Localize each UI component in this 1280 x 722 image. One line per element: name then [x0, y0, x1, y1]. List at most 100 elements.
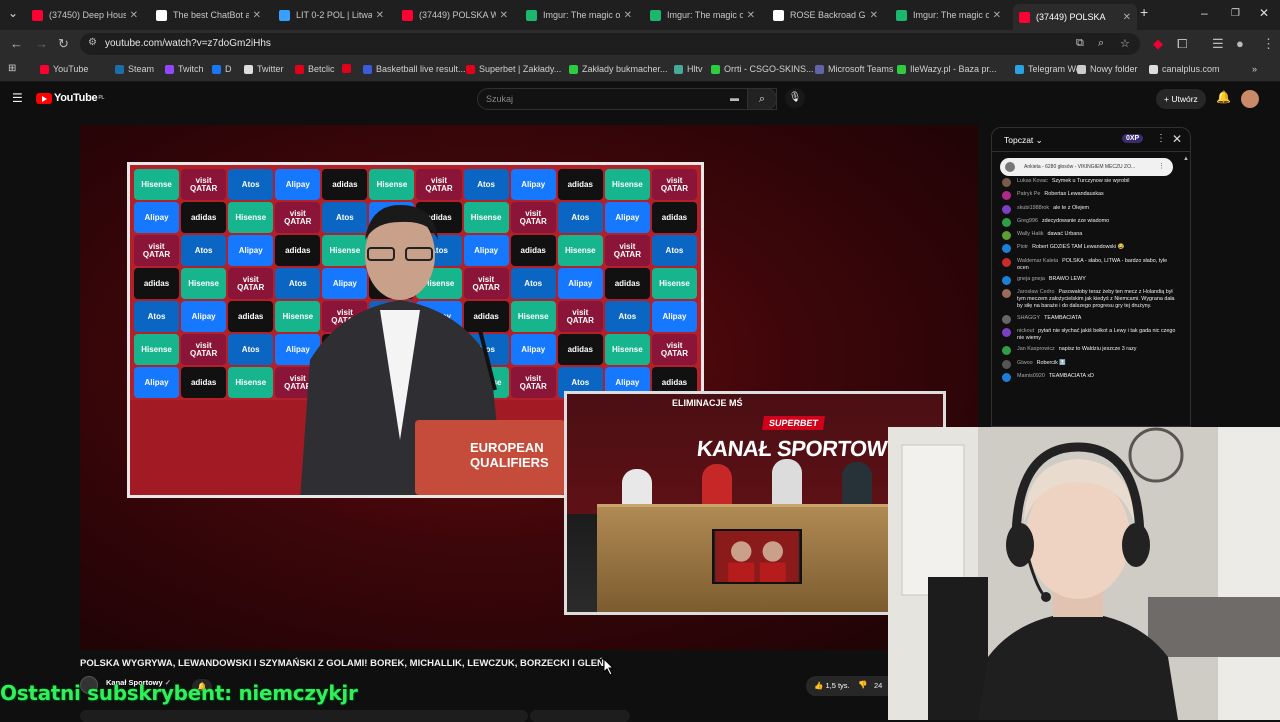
- bookmark-item[interactable]: Twitch: [165, 64, 204, 74]
- browser-tab[interactable]: The best ChatBot an ✕: [150, 4, 267, 26]
- studio-brand: KANAŁ SPORTOWY: [695, 436, 903, 461]
- keyboard-icon[interactable]: ▬: [730, 93, 739, 103]
- notifications-bell-icon[interactable]: 🔔: [1216, 90, 1231, 104]
- browser-tab[interactable]: Imgur: The magic of ✕: [890, 4, 1007, 26]
- tab-close-icon[interactable]: ✕: [1123, 12, 1131, 23]
- youtube-logo[interactable]: YouTube PL: [36, 92, 104, 104]
- tab-search-menu-icon[interactable]: ☰: [1212, 36, 1224, 52]
- apps-grid-icon[interactable]: ⊞: [8, 63, 16, 74]
- tab-close-icon[interactable]: ✕: [624, 10, 632, 21]
- bookmark-item[interactable]: Nowy folder: [1077, 64, 1138, 74]
- chat-message[interactable]: Piotr Robert GDZIEŚ TAM Lewandowski 😂: [1002, 244, 1177, 254]
- bookmark-item[interactable]: canalplus.com: [1149, 64, 1220, 74]
- chat-avatar: [1002, 372, 1011, 382]
- browser-menu-icon[interactable]: ⋮: [1262, 36, 1275, 52]
- omnibox[interactable]: ⚙ youtube.com/watch?v=z7doGm2iHhs ⧉ ⌕ ☆: [80, 33, 1140, 55]
- tab-close-icon[interactable]: ✕: [130, 10, 138, 21]
- bookmark-item[interactable]: Orrti - CSGO-SKINS...: [711, 64, 814, 74]
- chat-message[interactable]: nickout pytań nie słychać jakiś bełkot a …: [1002, 327, 1177, 342]
- chat-avatar: [1002, 327, 1011, 337]
- cast-icon[interactable]: ⧉: [1076, 37, 1084, 50]
- new-tab-button[interactable]: +: [1140, 4, 1148, 20]
- chat-avatar: [1002, 289, 1011, 299]
- bookmark-item[interactable]: Telegram Web: [1015, 64, 1086, 74]
- chat-message[interactable]: Jan Kasprowicz napisz to Waldziu jeszcze …: [1002, 346, 1177, 356]
- chat-more-icon[interactable]: ⋮: [1156, 133, 1166, 144]
- chat-mode-dropdown[interactable]: Topczat ⌄: [1004, 135, 1043, 146]
- bookmark-item[interactable]: Zakłady bukmacher...: [569, 64, 668, 74]
- chat-message[interactable]: Gtwoo Robercik 🔝: [1002, 359, 1177, 369]
- zoom-icon[interactable]: ⌕: [1098, 37, 1104, 50]
- extensions-puzzle-icon[interactable]: ⧠: [1177, 36, 1187, 52]
- browser-tab[interactable]: (37449) POLSKA WY ✕: [396, 4, 514, 26]
- chat-message[interactable]: Wally Halik dawać Urbana: [1002, 231, 1177, 241]
- browser-tab[interactable]: Imgur: The magic of ✕: [520, 4, 638, 26]
- chat-message[interactable]: Mamis0920 TEAMBACIATA xD: [1002, 372, 1177, 382]
- chat-message[interactable]: SHAGGY TEAMBACIATA: [1002, 314, 1177, 324]
- extension-icon[interactable]: ◆: [1153, 36, 1163, 52]
- bookmark-item[interactable]: Superbet | Zakłady...: [466, 64, 561, 74]
- poll-more-icon[interactable]: ⋮: [1158, 162, 1165, 170]
- chat-message[interactable]: Greg996 zdecydowanie zze wiadomo: [1002, 217, 1177, 227]
- minimize-button[interactable]: –: [1201, 6, 1208, 20]
- tab-search-icon[interactable]: ⌄: [8, 6, 18, 20]
- bookmark-item[interactable]: IleWazy.pl - Baza pr...: [897, 64, 997, 74]
- sponsor-tile: Atos: [228, 334, 274, 365]
- sponsor-tile: Atos: [651, 235, 697, 266]
- chat-text: napisz to Waldziu jeszcze 3 razy: [1058, 346, 1137, 353]
- chat-scrollbar[interactable]: ▲: [1183, 156, 1189, 426]
- chat-message[interactable]: Jarosław Cedro Pasowałoby teraz żeby ten …: [1002, 289, 1177, 310]
- menu-hamburger-icon[interactable]: ☰: [12, 91, 23, 105]
- bookmark-item[interactable]: Steam: [115, 64, 154, 74]
- browser-tab[interactable]: (37449) POLSKA ✕: [1013, 4, 1137, 30]
- sponsor-tile: visit QATAR: [181, 169, 227, 200]
- browser-tab[interactable]: LIT 0-2 POL | Litwa - P ✕: [273, 4, 390, 26]
- chat-message[interactable]: Lukas Kovac Szymek u Turczynow sie wyrobi…: [1002, 178, 1177, 187]
- xp-badge[interactable]: 0XP: [1122, 134, 1144, 143]
- bookmark-item[interactable]: Basketball live result...: [363, 64, 466, 74]
- forward-icon[interactable]: →: [35, 36, 48, 51]
- create-button[interactable]: + Utwórz: [1156, 89, 1206, 109]
- tab-close-icon[interactable]: ✕: [376, 10, 384, 21]
- bookmark-item[interactable]: YouTube: [40, 64, 88, 74]
- reload-icon[interactable]: ↻: [58, 36, 69, 52]
- browser-tab[interactable]: ROSE Backroad GRX ✕: [767, 4, 884, 26]
- tab-close-icon[interactable]: ✕: [993, 10, 1001, 21]
- chat-close-icon[interactable]: ✕: [1172, 132, 1182, 146]
- tab-close-icon[interactable]: ✕: [747, 10, 755, 21]
- chat-message[interactable]: skubi1988rok ale te z Olejem: [1002, 204, 1177, 214]
- browser-tab[interactable]: Imgur: The magic of ✕: [644, 4, 761, 26]
- browser-tab[interactable]: (37450) Deep House ✕: [26, 4, 144, 26]
- description-box[interactable]: [80, 710, 528, 722]
- site-info-icon[interactable]: ⚙: [88, 37, 97, 48]
- bookmark-item[interactable]: Twitter: [244, 64, 284, 74]
- tab-close-icon[interactable]: ✕: [870, 10, 878, 21]
- scroll-up-icon[interactable]: ▲: [1183, 156, 1189, 162]
- bookmark-item[interactable]: Betclic: [295, 64, 335, 74]
- maximize-button[interactable]: ❐: [1231, 8, 1240, 19]
- voice-search-button[interactable]: 🎙: [785, 88, 805, 108]
- chat-message[interactable]: Waldemar Kaleta POLSKA - słabo, LITWA - b…: [1002, 257, 1177, 272]
- related-chip[interactable]: [530, 710, 630, 722]
- video-player[interactable]: Hisense visit QATAR Atos Alipay adidas Hisens…: [80, 125, 978, 650]
- bookmark-item[interactable]: Microsoft Teams: [815, 64, 893, 74]
- back-icon[interactable]: ←: [10, 36, 23, 51]
- tab-close-icon[interactable]: ✕: [500, 10, 508, 21]
- close-window-button[interactable]: ✕: [1259, 6, 1269, 20]
- chat-message[interactable]: Patryk Pe Robertas Lewandauskas: [1002, 191, 1177, 201]
- chat-poll-banner[interactable]: Ankieta - 6280 głosów - VIKINGIEM MECZU …: [1000, 158, 1173, 176]
- sponsor-tile: visit QATAR: [228, 268, 274, 299]
- search-button[interactable]: ⌕: [747, 88, 777, 110]
- tab-label: Imgur: The magic of: [667, 10, 743, 20]
- bookmark-item[interactable]: D: [212, 64, 232, 74]
- bookmark-favicon-icon: [1077, 64, 1086, 74]
- bookmark-star-icon[interactable]: ☆: [1120, 37, 1130, 50]
- more-bookmarks-icon[interactable]: »: [1252, 64, 1257, 74]
- search-input[interactable]: Szukaj ▬: [477, 88, 777, 110]
- chat-message[interactable]: gneja gneja BRAWO LEWY: [1002, 276, 1177, 286]
- tab-close-icon[interactable]: ✕: [253, 10, 261, 21]
- account-avatar[interactable]: [1241, 90, 1259, 108]
- bookmark-item[interactable]: [342, 64, 355, 73]
- profile-icon[interactable]: ●: [1236, 36, 1244, 51]
- bookmark-item[interactable]: Hltv: [674, 64, 703, 74]
